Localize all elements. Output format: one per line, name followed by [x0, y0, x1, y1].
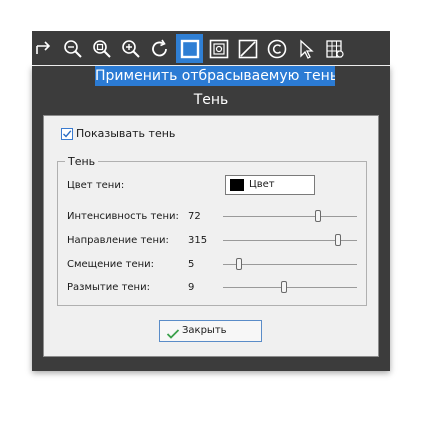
intensity-slider-thumb[interactable] — [315, 210, 322, 222]
intensity-value: 72 — [188, 211, 201, 222]
color-button-label: Цвет — [249, 179, 275, 190]
direction-value: 315 — [188, 235, 208, 246]
shadow-group-legend: Тень — [65, 155, 99, 168]
show-shadow-checkbox[interactable] — [61, 128, 73, 140]
direction-slider-thumb[interactable] — [335, 234, 341, 246]
shadow-color-label: Цвет тени: — [67, 180, 125, 191]
close-button[interactable]: Закрыть — [159, 320, 262, 342]
copyright-icon[interactable] — [263, 34, 290, 63]
shadow-square-icon[interactable] — [176, 34, 203, 63]
dialog-title: Тень — [193, 92, 229, 108]
blur-slider-track[interactable] — [223, 287, 357, 288]
offset-slider-thumb[interactable] — [235, 258, 242, 270]
pointer-icon[interactable] — [292, 34, 319, 63]
intensity-slider-track[interactable] — [223, 216, 357, 217]
blur-value: 9 — [188, 282, 195, 293]
intensity-label: Интенсивность тени: — [67, 211, 179, 222]
blur-slider-thumb[interactable] — [280, 281, 287, 293]
blur-label: Размытие тени: — [67, 282, 150, 293]
offset-slider-track[interactable] — [223, 264, 357, 265]
undo-arrow-icon[interactable] — [30, 34, 57, 63]
crop-diagonal-icon[interactable] — [234, 34, 261, 63]
color-swatch — [230, 179, 244, 191]
direction-label: Направление тени: — [67, 235, 169, 246]
color-button[interactable]: Цвет — [225, 175, 315, 195]
zoom-in-icon[interactable] — [117, 34, 144, 63]
zoom-out-icon[interactable] — [59, 34, 86, 63]
checkmark-icon — [166, 325, 180, 339]
apply-shadow-tooltip: Применить отбрасываемую тень — [95, 66, 335, 86]
grid-settings-icon[interactable] — [321, 34, 348, 63]
close-button-label: Закрыть — [182, 325, 227, 336]
rotate-icon[interactable] — [146, 34, 173, 63]
frame-icon[interactable] — [205, 34, 232, 63]
offset-value: 5 — [188, 259, 195, 270]
checkmark-icon — [63, 130, 72, 138]
show-shadow-label[interactable]: Показывать тень — [76, 127, 175, 140]
zoom-fit-icon[interactable] — [88, 34, 115, 63]
toolbar — [32, 31, 390, 65]
offset-label: Смещение тени: — [67, 259, 155, 270]
